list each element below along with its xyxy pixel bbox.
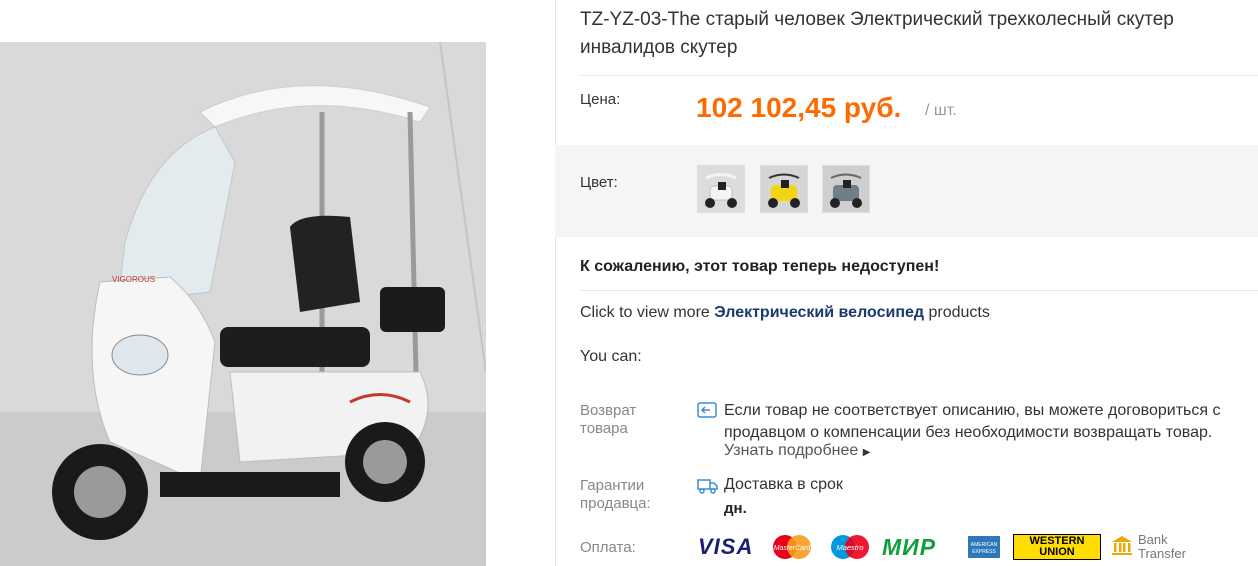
color-section [555,145,1258,237]
guarantee-label: Гарантии продавца: [580,477,651,512]
divider [580,75,1258,76]
product-photo[interactable]: VIGOROUS [0,42,486,566]
visa-text: VISA [698,534,754,559]
column-divider [555,0,556,566]
delivery-days: дн. [724,500,747,517]
more-prefix: Click to view more [580,304,715,321]
gray-scooter-thumbnail [823,166,869,212]
color-option-white[interactable] [697,165,745,213]
delivery-truck-icon [697,478,719,499]
color-option-gray[interactable] [822,165,870,213]
maestro-logo: Maestro [826,533,874,561]
white-scooter-thumbnail [698,166,744,212]
western-union-logo: WESTERN UNION [1013,533,1101,561]
return-icon [697,402,717,423]
returns-label: Возврат товара [580,402,637,437]
category-link[interactable]: Электрический велосипед [714,304,924,321]
learn-more-label: Узнать подробнее [724,442,859,459]
delivery-guarantee: Доставка в срок [724,476,843,493]
svg-text:AMERICAN: AMERICAN [971,542,998,548]
divider [580,290,1258,291]
you-can-label: You can: [580,348,642,365]
svg-text:Maestro: Maestro [836,543,863,552]
mir-logo: МИР [882,533,936,561]
visa-logo: VISA [698,533,753,561]
yellow-scooter-thumbnail [761,166,807,212]
learn-more-link[interactable]: Узнать подробнее ▶ [724,442,870,460]
price-value: 102 102,45 руб. [696,92,902,123]
color-option-yellow[interactable] [760,165,808,213]
color-label: Цвет: [580,174,618,191]
mir-text: МИР [882,533,937,560]
returns-text: Если товар не соответствует описанию, вы… [724,402,1221,441]
scooter-image: VIGOROUS [0,42,486,566]
bank-icon [1110,533,1134,562]
svg-text:VIGOROUS: VIGOROUS [112,275,155,284]
price-label: Цена: [580,91,621,108]
svg-text:MasterCard: MasterCard [774,545,812,552]
triangle-right-icon: ▶ [862,447,871,458]
wu-line2: UNION [1039,546,1075,558]
bank-transfer-logo: Bank Transfer [1110,533,1186,561]
mastercard-logo: MasterCard [768,533,816,561]
amex-logo: AMERICAN EXPRESS [968,533,1000,561]
more-products-line: Click to view more Электрический велосип… [580,304,990,322]
svg-text:EXPRESS: EXPRESS [972,549,996,555]
unavailable-notice: К сожалению, этот товар теперь недоступе… [580,258,940,275]
more-suffix: products [924,304,990,321]
product-title: TZ-YZ-03-The старый человек Электрически… [580,9,1174,58]
bank-line1: Bank [1138,532,1168,547]
product-image-area: VIGOROUS [0,0,555,566]
bank-line2: Transfer [1138,546,1186,561]
price-unit: / шт. [925,102,957,119]
payment-label: Оплата: [580,539,636,556]
